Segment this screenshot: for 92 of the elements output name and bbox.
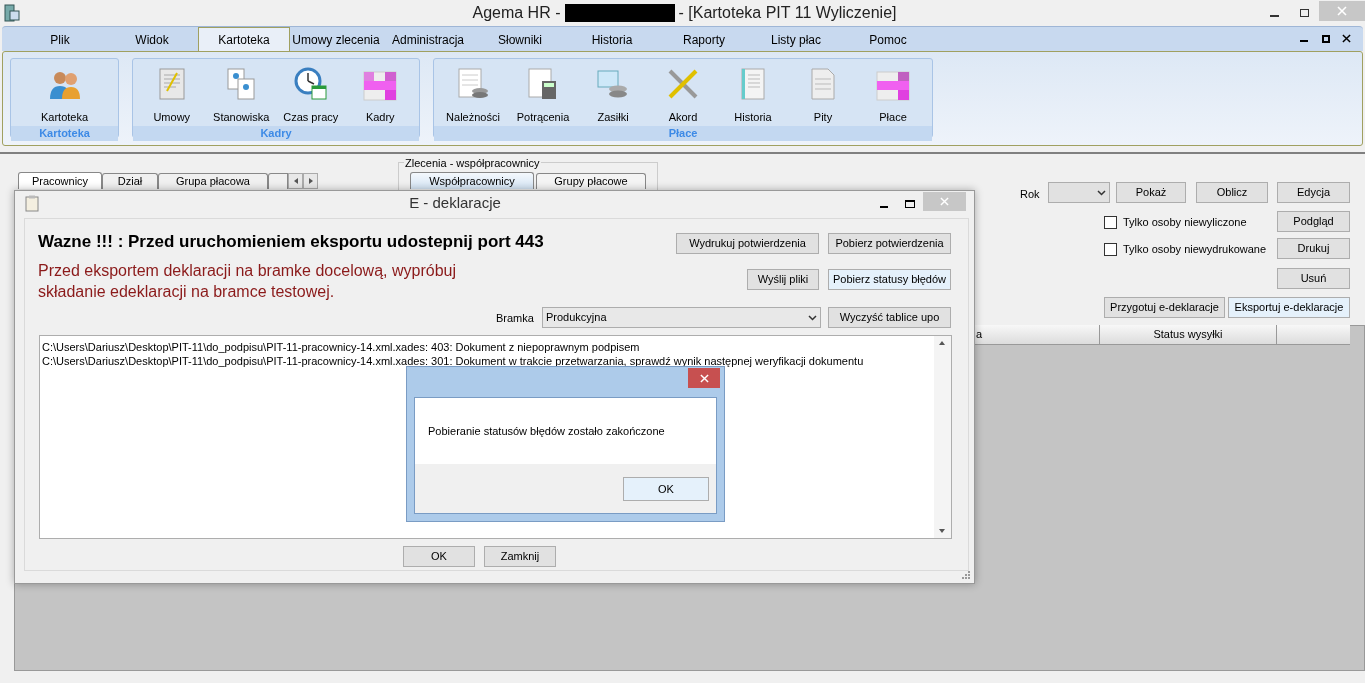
document-icon	[156, 67, 187, 101]
arrow-down-icon	[939, 528, 945, 534]
chevron-down-icon	[1097, 189, 1106, 196]
action-button[interactable]: Pokaż	[1116, 182, 1186, 203]
warning-message: Przed eksportem deklaracji na bramke docelową, wypróbuj składanie edeklaracji na bramce testowej.	[38, 261, 457, 302]
menu-tab[interactable]: Plik	[14, 29, 106, 51]
close-button[interactable]	[1342, 33, 1351, 43]
window-title: Agema HR -	[472, 2, 561, 23]
dialog-button[interactable]: Pobierz statusy błędów	[828, 269, 951, 290]
column-header[interactable]: Status wysyłki	[1100, 325, 1277, 344]
ribbon-button[interactable]: Umowy	[153, 109, 191, 126]
dialog-button[interactable]: OK	[403, 546, 475, 567]
people-icon	[47, 69, 82, 101]
menu-tab[interactable]: Historia	[566, 29, 658, 51]
tab[interactable]	[268, 173, 288, 189]
menu-tab[interactable]: Pomoc	[842, 29, 934, 51]
tab[interactable]: Pracownicy	[18, 172, 102, 189]
restore-icon[interactable]	[1322, 35, 1330, 43]
clipboard-icon	[25, 195, 39, 212]
dialog-title: E - deklaracje	[409, 194, 501, 212]
tools-icon	[666, 67, 700, 101]
grid-icon	[363, 71, 398, 101]
action-button[interactable]: Podgląd	[1277, 211, 1350, 232]
arrow-left-icon	[292, 178, 299, 184]
ok-button[interactable]: OK	[623, 477, 709, 501]
log-line: C:\Users\Dariusz\Desktop\PIT-11\do_podpisu\PIT-11-pracownicy-14.xml.xades: 301: Dokument w trakcie przetwarzania, sprawdź wynik następnej weryfikacji dokumentu	[42, 354, 864, 368]
scroll-down-arrow[interactable]	[939, 528, 945, 534]
close-icon	[1337, 5, 1347, 16]
dialog-button[interactable]: Wyślij pliki	[747, 269, 819, 290]
action-button[interactable]: Edycja	[1277, 182, 1350, 203]
menu-tab[interactable]: Widok	[106, 29, 198, 51]
tab[interactable]: Dział	[102, 173, 158, 189]
action-button[interactable]: Usuń	[1277, 268, 1350, 289]
ribbon-button[interactable]: Potrącenia	[516, 109, 570, 126]
checkbox-label: Tylko osoby niewydrukowane	[1123, 242, 1267, 257]
dialog-button[interactable]: Wyczyść tablice upo	[828, 307, 951, 328]
group-label: Płace	[434, 125, 932, 141]
window-title: - [Kartoteka PIT 11 Wyliczenie]	[678, 2, 897, 23]
gateway-label: Bramka	[496, 311, 534, 326]
ribbon-button[interactable]: Pity	[813, 109, 833, 126]
scroll-right-button[interactable]	[303, 173, 318, 189]
dialog-button[interactable]: Wydrukuj potwierdzenia	[676, 233, 819, 254]
resize-grip-icon	[961, 570, 970, 579]
arrow-right-icon	[307, 178, 314, 184]
close-icon	[699, 373, 709, 383]
checkbox-label: Tylko osoby niewyliczone	[1123, 215, 1247, 230]
form-icon	[809, 67, 837, 101]
app-icon	[4, 3, 20, 22]
ribbon-button[interactable]: Należności	[446, 109, 500, 126]
message-text: Pobieranie statusów błędów zostało zakończone	[428, 423, 665, 439]
ribbon-button[interactable]: Stanowiska	[213, 109, 270, 126]
documents-icon	[226, 67, 257, 101]
menu-tab[interactable]: Umowy zlecenia	[290, 29, 382, 51]
dialog-button[interactable]: Zamknij	[484, 546, 556, 567]
action-button[interactable]: Drukuj	[1277, 238, 1350, 259]
action-button[interactable]: Przygotuj e-deklaracje	[1104, 297, 1225, 318]
close-icon	[940, 197, 949, 206]
menu-tab[interactable]: Listy płac	[750, 29, 842, 51]
tab[interactable]: Grupa płacowa	[158, 173, 268, 189]
ribbon-button[interactable]: Płace	[879, 109, 907, 126]
grid-icon	[876, 71, 910, 101]
action-button[interactable]: Oblicz	[1196, 182, 1268, 203]
year-label: Rok	[1020, 187, 1040, 202]
ribbon-button[interactable]: Akord	[668, 109, 698, 126]
ribbon-button[interactable]: Czas pracy	[283, 109, 339, 126]
ribbon-button[interactable]: Kartoteka	[40, 109, 89, 126]
checkbox[interactable]	[1104, 215, 1117, 229]
group-label: Kadry	[133, 125, 419, 141]
book-icon	[738, 67, 768, 101]
checkbox[interactable]	[1104, 242, 1117, 256]
ribbon-button[interactable]: Zasiłki	[597, 109, 629, 126]
scroll-left-button[interactable]	[288, 173, 303, 189]
dialog-button[interactable]: Pobierz potwierdzenia	[828, 233, 951, 254]
menu-tab[interactable]: Słowniki	[474, 29, 566, 51]
tab[interactable]: Współpracownicy	[410, 172, 534, 189]
clock-calendar-icon	[293, 67, 328, 101]
gateway-dropdown[interactable]: Produkcyjna	[542, 307, 821, 328]
menu-tab[interactable]: Administracja	[382, 29, 474, 51]
group-label: Kartoteka	[11, 125, 118, 141]
scroll-up-arrow[interactable]	[939, 340, 945, 346]
close-icon	[1342, 33, 1351, 43]
chevron-down-icon	[808, 314, 817, 321]
log-line: C:\Users\Dariusz\Desktop\PIT-11\do_podpisu\PIT-11-pracownicy-14.xml.xades: 403: Dokument z niepoprawnym podpisem	[42, 340, 640, 354]
ribbon-button[interactable]: Historia	[734, 109, 772, 126]
action-button[interactable]: Eksportuj e-deklaracje	[1228, 297, 1350, 318]
menu-tab[interactable]: Raporty	[658, 29, 750, 51]
arrow-up-icon	[939, 340, 945, 346]
ribbon-button[interactable]: Kadry	[365, 109, 395, 126]
sheet-coins-icon	[456, 67, 490, 101]
menu-tab[interactable]: Kartoteka	[198, 27, 290, 51]
dialog-heading: Wazne !!! : Przed uruchomieniem eksportu udostepnij port 443	[38, 231, 544, 253]
tab[interactable]: Grupy płacowe	[536, 173, 646, 189]
